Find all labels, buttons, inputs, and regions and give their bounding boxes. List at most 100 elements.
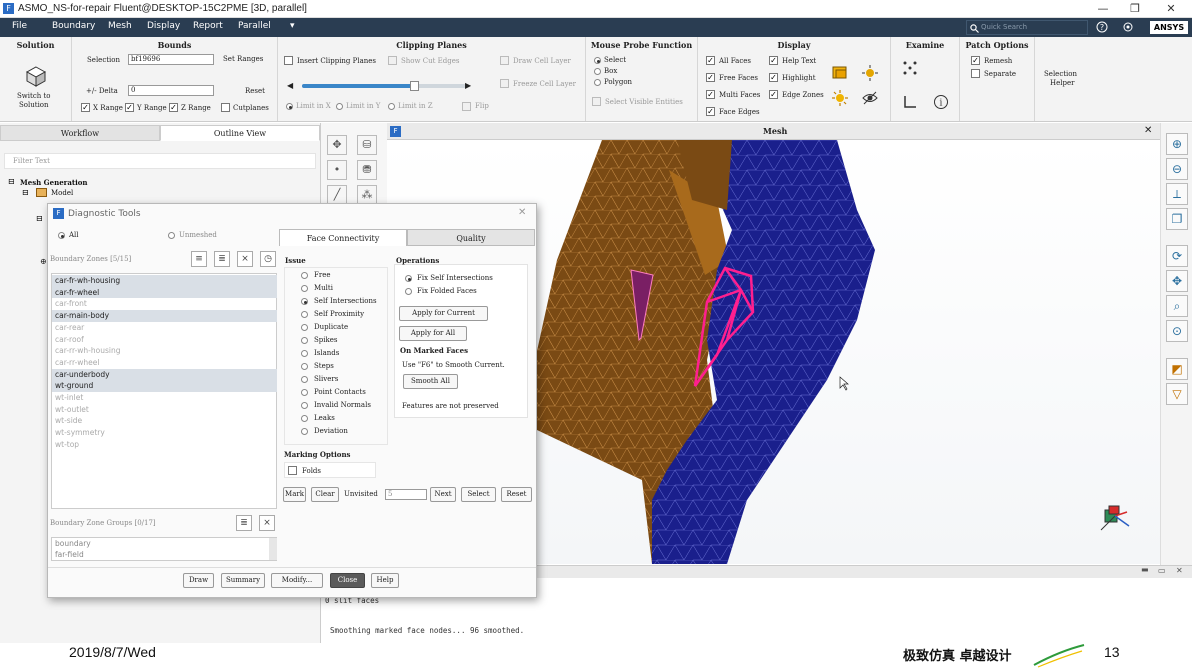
nodes-tool-icon[interactable]: ⁂ [357, 185, 377, 205]
draw-button[interactable]: Draw [183, 573, 214, 588]
freeze-cell-layer-checkbox[interactable] [500, 79, 509, 88]
tab-face-connectivity[interactable]: Face Connectivity [279, 229, 407, 246]
unvisited-count-input[interactable]: 5 [385, 489, 427, 500]
minimize-button[interactable]: — [1090, 2, 1116, 16]
x-range-checkbox[interactable]: ✓ [81, 103, 90, 112]
console-close-icon[interactable]: ✕ [1176, 566, 1183, 575]
boundary-zone-item[interactable]: car-main-body [52, 310, 277, 322]
axis-view-icon[interactable]: ⟂ [1166, 183, 1188, 205]
modify-button[interactable]: Modify... [271, 573, 323, 588]
boundary-zone-item[interactable]: car-roof [52, 334, 277, 346]
zone-group-item[interactable]: boundary [52, 538, 277, 550]
zoom-box-icon[interactable]: ⌕ [1166, 295, 1188, 317]
tab-quality[interactable]: Quality [407, 229, 535, 246]
eye-icon[interactable] [862, 90, 878, 106]
menu-parallel[interactable]: Parallel [238, 21, 271, 31]
clipping-slider-thumb[interactable] [409, 81, 419, 91]
free-faces-checkbox[interactable]: ✓ [706, 73, 715, 82]
select-button[interactable]: Select [461, 487, 496, 502]
highlight-checkbox[interactable]: ✓ [769, 73, 778, 82]
selection-helper-label-1[interactable]: Selection [1044, 70, 1077, 78]
slider-left-arrow-icon[interactable]: ◀ [287, 81, 293, 90]
apply-for-all-button[interactable]: Apply for All [399, 326, 467, 341]
unmeshed-radio[interactable] [168, 232, 175, 239]
graphics-close-button[interactable]: ✕ [1144, 125, 1152, 136]
y-range-checkbox[interactable]: ✓ [125, 103, 134, 112]
zone-groups-list[interactable]: boundary far-field [51, 537, 277, 561]
rotate-view-icon[interactable]: ⟳ [1166, 245, 1188, 267]
selection-helper-label-2[interactable]: Helper [1050, 79, 1074, 87]
limit-x-radio[interactable] [286, 103, 293, 110]
pan-view-icon[interactable]: ✥ [1166, 270, 1188, 292]
boundary-zone-item[interactable]: wt-outlet [52, 404, 277, 416]
insert-clipping-planes-checkbox[interactable] [284, 56, 293, 65]
tree-model[interactable]: Model [51, 189, 73, 197]
menu-report[interactable]: Report [193, 21, 223, 31]
tree-model-collapse-icon[interactable]: ⊟ [22, 188, 29, 197]
zones-deselect-icon[interactable]: ⨯ [237, 251, 253, 267]
switch-to-solution-label-1[interactable]: Switch to [17, 92, 51, 100]
fix-folded-faces-radio[interactable] [405, 288, 412, 295]
menu-mesh[interactable]: Mesh [108, 21, 132, 31]
boundary-zones-expand-icon[interactable]: ⊕ [40, 257, 47, 266]
display-faces-icon[interactable] [832, 66, 848, 80]
fix-self-intersections-radio[interactable] [405, 275, 412, 282]
switch-to-solution-icon[interactable] [25, 65, 47, 87]
boundary-zone-item[interactable]: wt-inlet [52, 392, 277, 404]
groups-deselect-icon[interactable]: ⨯ [259, 515, 275, 531]
smooth-all-button[interactable]: Smooth All [403, 374, 458, 389]
tree-mesh-generation[interactable]: Mesh Generation [20, 178, 88, 187]
zones-list-icon[interactable]: ≡ [191, 251, 207, 267]
boundary-zone-item[interactable]: car-fr-wh-housing [52, 275, 277, 287]
switch-to-solution-label-2[interactable]: Solution [19, 101, 49, 109]
dialog-close-icon[interactable]: ✕ [518, 207, 526, 218]
console-maximize-icon[interactable]: ▭ [1158, 566, 1166, 575]
summary-button[interactable]: Summary [221, 573, 265, 588]
draw-cell-layer-checkbox[interactable] [500, 56, 509, 65]
tab-workflow[interactable]: Workflow [0, 125, 160, 141]
boundary-zone-item[interactable]: wt-top [52, 439, 277, 451]
rotate-tool-icon[interactable]: ✥ [327, 135, 347, 155]
cells-tool-icon[interactable]: ⛃ [357, 160, 377, 180]
tree-collapse-icon[interactable]: ⊟ [8, 177, 15, 186]
boundary-zone-item[interactable]: wt-side [52, 415, 277, 427]
edge-tool-icon[interactable]: ╱ [327, 185, 347, 205]
separate-checkbox[interactable] [971, 69, 980, 78]
console-minimize-icon[interactable]: ▬ [1141, 565, 1149, 574]
copy-view-icon[interactable]: ❐ [1166, 208, 1188, 230]
set-ranges-button[interactable]: Set Ranges [223, 55, 263, 63]
sun-icon[interactable] [832, 90, 848, 106]
zones-refresh-icon[interactable]: ◷ [260, 251, 276, 267]
next-button[interactable]: Next [430, 487, 456, 502]
mark-button[interactable]: Mark [283, 487, 306, 502]
groups-scrollbar[interactable] [269, 538, 277, 560]
window-close-button[interactable]: ✕ [1158, 2, 1184, 16]
fit-view-icon[interactable]: ⊙ [1166, 320, 1188, 342]
zoom-in-icon[interactable]: ⊕ [1166, 133, 1188, 155]
zone-tool-icon[interactable]: ⛁ [357, 135, 377, 155]
examine-points-icon[interactable] [902, 60, 918, 76]
menu-file[interactable]: File [12, 21, 27, 31]
menu-display[interactable]: Display [147, 21, 180, 31]
settings-icon[interactable] [1122, 21, 1134, 33]
info-icon[interactable]: i [933, 94, 949, 110]
show-cut-edges-checkbox[interactable] [388, 56, 397, 65]
boundary-zone-item[interactable]: car-underbody [52, 368, 277, 381]
boundary-zone-item[interactable]: car-rr-wh-housing [52, 345, 277, 357]
zones-select-all-icon[interactable]: ≣ [214, 251, 230, 267]
all-zones-radio[interactable] [58, 232, 65, 239]
selection-helper-group[interactable]: Selection Helper [1035, 37, 1093, 121]
groups-select-icon[interactable]: ≣ [236, 515, 252, 531]
boundary-zones-list[interactable]: car-fr-wh-housing car-fr-wheel car-front ca… [51, 273, 277, 509]
lighting-icon[interactable] [862, 65, 878, 81]
cutplanes-checkbox[interactable] [221, 103, 230, 112]
help-button[interactable]: Help [371, 573, 399, 588]
folds-checkbox[interactable] [288, 466, 297, 475]
help-icon[interactable]: ? [1096, 21, 1108, 33]
menu-dropdown-icon[interactable]: ▾ [290, 21, 295, 31]
boundary-zone-item[interactable]: car-rr-wheel [52, 357, 277, 369]
point-tool-icon[interactable]: • [327, 160, 347, 180]
slider-right-arrow-icon[interactable]: ▶ [465, 81, 471, 90]
reset-bounds-button[interactable]: Reset [245, 87, 265, 95]
boundary-zone-item[interactable]: car-front [52, 298, 277, 310]
